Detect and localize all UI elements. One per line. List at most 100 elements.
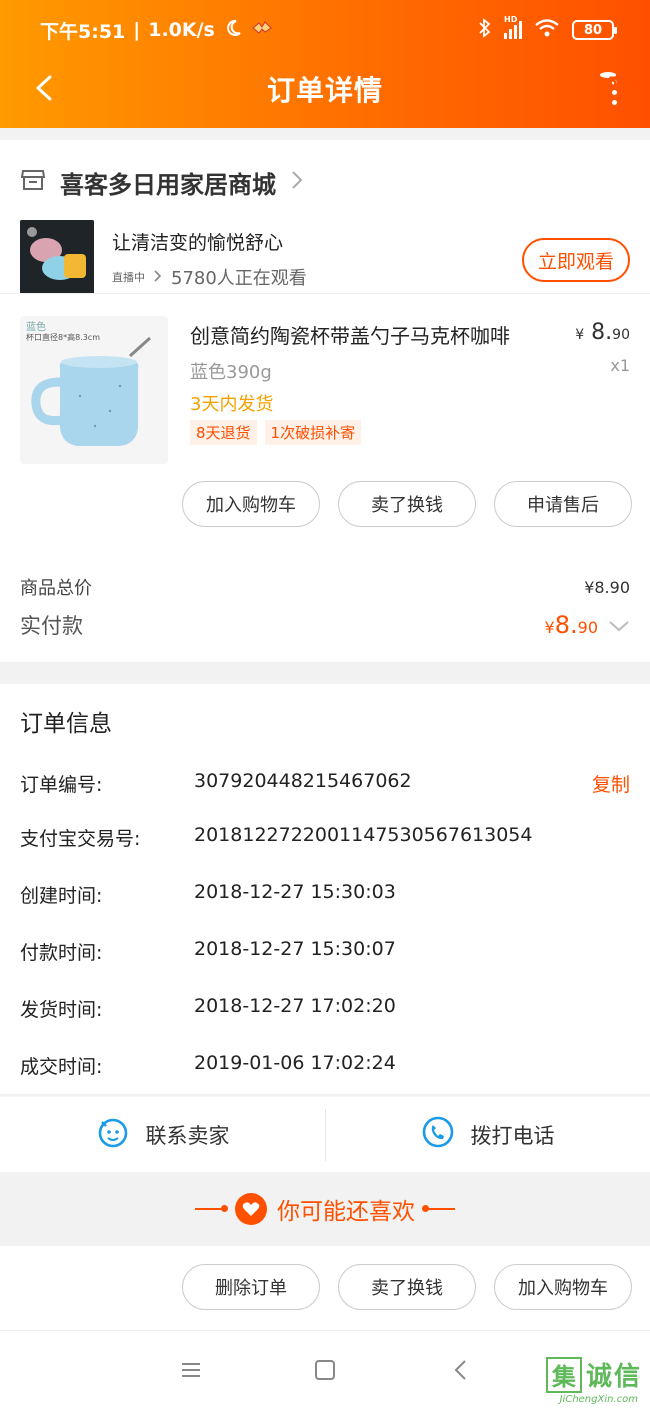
product-name: 创意简约陶瓷杯带盖勺子马克杯咖啡 bbox=[190, 324, 510, 348]
product-price-dec: 90 bbox=[612, 327, 630, 343]
recommend-label: 你可能还喜欢 bbox=[277, 1199, 415, 1225]
signal-hd-label: HD bbox=[504, 15, 518, 24]
phone-icon bbox=[421, 1115, 455, 1154]
product-image-label: 蓝色 bbox=[26, 322, 46, 333]
goods-total-value: ¥8.90 bbox=[584, 577, 630, 597]
add-to-cart-button[interactable]: 加入购物车 bbox=[494, 1264, 632, 1310]
info-value: 2018-12-27 15:30:03 bbox=[194, 881, 396, 903]
product-spec: 蓝色390g bbox=[190, 362, 272, 383]
divider bbox=[325, 1109, 326, 1161]
paid-label: 实付款 bbox=[20, 614, 83, 638]
info-value: 2018122722001147530567613054 bbox=[194, 824, 533, 846]
more-menu-icon[interactable]: 51 bbox=[600, 72, 627, 114]
product-image: 蓝色 杯口直径8*高8.3cm bbox=[20, 316, 168, 464]
product-actions: 加入购物车 卖了换钱 申请售后 bbox=[182, 481, 632, 527]
shop-name: 喜客多日用家居商城 bbox=[60, 170, 276, 199]
info-row-order-number: 订单编号: 307920448215467062 复制 bbox=[20, 770, 630, 800]
product-qty: x1 bbox=[610, 356, 630, 375]
info-row-completed: 成交时间: 2019-01-06 17:02:24 bbox=[20, 1052, 630, 1082]
paid-symbol: ¥ bbox=[544, 618, 555, 637]
status-time: 下午5:51 bbox=[40, 20, 126, 43]
notification-icon bbox=[251, 19, 273, 42]
status-bar: 下午5:51 | 1.0K/s HD 80 bbox=[40, 15, 617, 44]
divider bbox=[0, 293, 650, 294]
after-sales-button[interactable]: 申请售后 bbox=[494, 481, 632, 527]
info-row-alipay-number: 支付宝交易号: 2018122722001147530567613054 bbox=[20, 824, 630, 854]
product-item[interactable]: 蓝色 杯口直径8*高8.3cm 创意简约陶瓷杯带盖勺子马克杯咖啡 蓝色390g … bbox=[20, 316, 630, 466]
chevron-right-icon bbox=[290, 169, 304, 195]
product-price: ¥ 8.90 bbox=[575, 320, 630, 345]
menu-icon[interactable] bbox=[178, 1357, 204, 1383]
status-separator: | bbox=[133, 19, 141, 41]
back-icon[interactable] bbox=[28, 70, 64, 106]
resell-button[interactable]: 卖了换钱 bbox=[338, 1264, 476, 1310]
resell-button[interactable]: 卖了换钱 bbox=[338, 481, 476, 527]
moon-icon bbox=[223, 18, 243, 43]
product-tag: 1次破损补寄 bbox=[264, 420, 362, 445]
delete-order-button[interactable]: 删除订单 bbox=[182, 1264, 320, 1310]
product-image-caption: 杯口直径8*高8.3cm bbox=[26, 333, 101, 342]
decor-line bbox=[422, 1205, 455, 1212]
bluetooth-icon bbox=[478, 17, 492, 44]
store-icon bbox=[20, 167, 46, 197]
contact-bar: 联系卖家 拨打电话 bbox=[0, 1096, 650, 1172]
status-speed: 1.0K/s bbox=[148, 19, 215, 41]
message-badge: 51 bbox=[600, 72, 627, 91]
product-shipping: 3天内发货 bbox=[190, 394, 274, 415]
page-title: 订单详情 bbox=[266, 74, 383, 107]
order-card: 喜客多日用家居商城 让清洁变的愉悦舒心 直播中 5780人正在观看 立即观看 蓝… bbox=[0, 140, 650, 662]
info-value: 2019-01-06 17:02:24 bbox=[194, 1052, 396, 1074]
info-label: 支付宝交易号: bbox=[20, 828, 141, 850]
info-value: 307920448215467062 bbox=[194, 770, 412, 792]
chat-face-icon bbox=[96, 1115, 130, 1154]
goods-total-label: 商品总价 bbox=[20, 578, 92, 599]
battery-level: 80 bbox=[583, 22, 603, 38]
product-tag: 8天退货 bbox=[190, 420, 257, 445]
info-label: 付款时间: bbox=[20, 942, 103, 964]
live-viewers: 5780人正在观看 bbox=[171, 268, 307, 289]
recommend-header: 你可能还喜欢 bbox=[0, 1172, 650, 1246]
product-tags: 8天退货 1次破损补寄 bbox=[190, 420, 362, 445]
order-info-title: 订单信息 bbox=[20, 711, 112, 737]
order-info-card: 订单信息 订单编号: 307920448215467062 复制 支付宝交易号:… bbox=[0, 684, 650, 1094]
bottom-actions: 删除订单 卖了换钱 加入购物车 bbox=[182, 1264, 632, 1310]
live-tag: 直播中 bbox=[112, 271, 145, 284]
chevron-down-icon[interactable] bbox=[608, 611, 630, 639]
contact-seller-button[interactable]: 联系卖家 bbox=[0, 1097, 325, 1172]
info-label: 成交时间: bbox=[20, 1056, 103, 1078]
nav-bar: 订单详情 51 bbox=[0, 62, 650, 116]
live-thumbnail bbox=[20, 220, 94, 294]
battery-icon: 80 bbox=[572, 20, 617, 40]
call-phone-button[interactable]: 拨打电话 bbox=[325, 1097, 650, 1172]
info-value: 2018-12-27 15:30:07 bbox=[194, 938, 396, 960]
product-price-int: 8. bbox=[591, 320, 613, 345]
info-row-paid: 付款时间: 2018-12-27 15:30:07 bbox=[20, 938, 630, 968]
contact-seller-label: 联系卖家 bbox=[145, 1123, 230, 1148]
info-row-created: 创建时间: 2018-12-27 15:30:03 bbox=[20, 881, 630, 911]
info-label: 发货时间: bbox=[20, 999, 103, 1021]
app-header: 下午5:51 | 1.0K/s HD 80 订单详情 51 bbox=[0, 0, 650, 128]
add-to-cart-button[interactable]: 加入购物车 bbox=[182, 481, 320, 527]
call-phone-label: 拨打电话 bbox=[470, 1123, 555, 1148]
info-value: 2018-12-27 17:02:20 bbox=[194, 995, 396, 1017]
paid-dec: 90 bbox=[577, 618, 598, 637]
watermark-url: JiChengXin.com bbox=[559, 1394, 638, 1405]
watermark-logo: 集 诚信 bbox=[545, 1356, 642, 1393]
paid-int: 8. bbox=[554, 611, 578, 639]
copy-button[interactable]: 复制 bbox=[592, 770, 630, 797]
paid-row[interactable]: 实付款 ¥8.90 bbox=[20, 610, 630, 640]
paid-value: ¥8.90 bbox=[545, 611, 630, 639]
wifi-icon bbox=[534, 18, 560, 43]
goods-total-row: 商品总价 ¥8.90 bbox=[20, 574, 630, 600]
home-icon[interactable] bbox=[312, 1357, 338, 1383]
live-stream-row[interactable]: 让清洁变的愉悦舒心 直播中 5780人正在观看 立即观看 bbox=[20, 220, 630, 296]
back-nav-icon[interactable] bbox=[448, 1357, 474, 1383]
bottom-action-bar: 删除订单 卖了换钱 加入购物车 bbox=[0, 1246, 650, 1330]
shop-row[interactable]: 喜客多日用家居商城 bbox=[20, 154, 630, 210]
heart-icon bbox=[235, 1193, 267, 1225]
product-price-symbol: ¥ bbox=[575, 327, 585, 343]
signal-icon: HD bbox=[504, 15, 522, 39]
chevron-right-icon bbox=[153, 267, 163, 288]
watch-now-button[interactable]: 立即观看 bbox=[522, 238, 630, 282]
decor-line bbox=[195, 1205, 228, 1212]
